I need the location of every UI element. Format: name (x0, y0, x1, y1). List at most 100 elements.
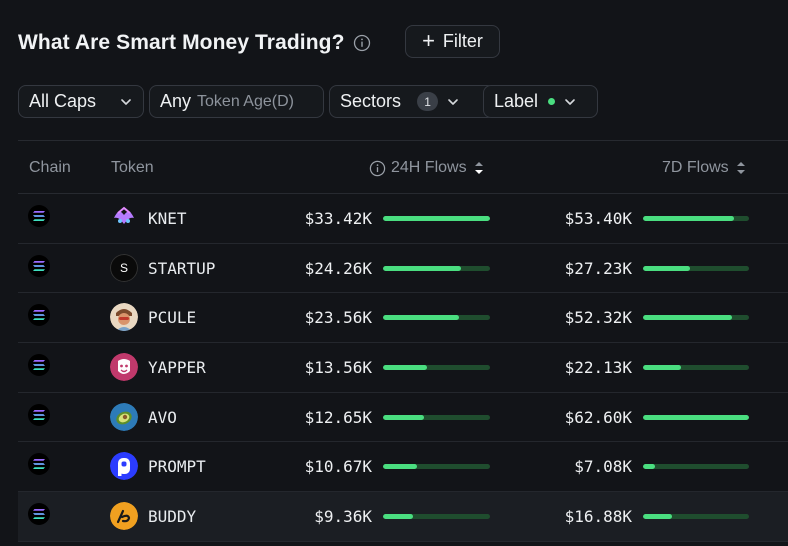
flow-24h-value: $10.67K (304, 457, 372, 477)
info-icon[interactable] (369, 160, 386, 177)
chain-column-header: Chain (29, 159, 71, 176)
flows-table: Chain Token 24H Flows 7D Flows KNET $33.4… (18, 140, 788, 542)
solana-icon (28, 254, 50, 277)
flow-7d-bar (643, 414, 749, 420)
flow-24h-bar-fill (383, 265, 462, 271)
sectors-label: Sectors (340, 91, 402, 111)
token-age-value: Any (160, 91, 192, 111)
flow-24h-bar (383, 464, 490, 470)
flow-24h-bar-fill (383, 315, 459, 321)
flows-24h-column-header[interactable]: 24H Flows (369, 141, 485, 195)
flow-24h-value: $33.42K (304, 209, 372, 228)
flows-24h-label: 24H Flows (391, 159, 467, 176)
token-age-dropdown[interactable]: Any Token Age(D) (149, 85, 324, 118)
flow-24h-bar (383, 414, 490, 420)
filter-button-label: Filter (442, 31, 483, 51)
table-row[interactable]: KNET $33.42K $53.40K (18, 194, 788, 244)
flow-24h-bar (383, 365, 490, 371)
flow-7d-bar (643, 365, 749, 371)
table-row[interactable]: PCULE $23.56K $52.32K (18, 293, 788, 344)
flow-24h-value: $13.56K (304, 358, 372, 378)
flow-7d-value: $22.13K (564, 358, 632, 378)
buddy-icon (110, 502, 138, 531)
label-dropdown[interactable]: Label (483, 85, 598, 118)
active-dot-icon (548, 98, 556, 105)
flow-7d-value: $16.88K (564, 507, 632, 527)
token-name[interactable]: YAPPER (148, 343, 206, 392)
flow-7d-value: $52.32K (564, 308, 632, 328)
table-header: Chain Token 24H Flows 7D Flows (18, 140, 788, 194)
solana-icon (28, 453, 50, 476)
solana-icon (28, 354, 50, 377)
flow-7d-value: $7.08K (574, 457, 632, 477)
flow-24h-bar-fill (383, 464, 418, 470)
flow-7d-bar-fill (643, 514, 672, 520)
sort-icon[interactable] (735, 159, 747, 177)
caps-label: All Caps (29, 91, 97, 111)
token-name[interactable]: AVO (148, 393, 177, 442)
token-name[interactable]: PROMPT (148, 442, 206, 491)
prompt-icon (110, 452, 138, 481)
flow-24h-bar (383, 315, 490, 321)
flow-7d-bar (643, 216, 749, 221)
table-row[interactable]: YAPPER $13.56K $22.13K (18, 343, 788, 393)
chevron-down-icon (565, 98, 575, 105)
flow-7d-bar (643, 464, 749, 470)
knet-icon (110, 204, 138, 232)
add-filter-button[interactable]: + Filter (405, 25, 500, 58)
flow-24h-bar (383, 265, 490, 271)
token-column-header: Token (111, 159, 154, 176)
table-row[interactable]: AVO $12.65K $62.60K (18, 393, 788, 443)
plus-icon: + (422, 27, 435, 53)
flow-24h-bar (383, 514, 490, 520)
flow-7d-bar (643, 265, 749, 271)
flow-24h-bar (383, 216, 490, 221)
flow-24h-bar-fill (383, 414, 424, 420)
sectors-dropdown[interactable]: Sectors 1 (329, 85, 495, 118)
caps-dropdown[interactable]: All Caps (18, 85, 144, 118)
table-body: KNET $33.42K $53.40K S STARTUP $24.26K $27.23K… (18, 194, 788, 542)
page-title: What Are Smart Money Trading? (18, 31, 345, 54)
token-name[interactable]: STARTUP (148, 244, 215, 293)
solana-icon (28, 304, 50, 327)
flow-24h-bar-fill (383, 216, 490, 221)
flow-7d-value: $53.40K (564, 209, 632, 228)
table-row[interactable]: BUDDY $9.36K $16.88K (18, 492, 788, 542)
flow-7d-bar-fill (643, 216, 735, 221)
flow-7d-bar-fill (643, 365, 682, 371)
flow-24h-value: $23.56K (304, 308, 372, 328)
flow-24h-bar-fill (383, 365, 427, 371)
pcule-icon (110, 303, 138, 332)
flow-7d-bar-fill (643, 265, 690, 271)
chevron-down-icon (121, 98, 131, 105)
token-name[interactable]: BUDDY (148, 492, 196, 541)
startup-icon: S (110, 253, 138, 282)
token-name[interactable]: PCULE (148, 293, 196, 342)
token-age-label: Token Age(D) (197, 92, 294, 110)
flow-24h-bar-fill (383, 514, 413, 520)
flow-7d-bar (643, 315, 749, 321)
table-row[interactable]: S STARTUP $24.26K $27.23K (18, 244, 788, 294)
flow-7d-bar (643, 514, 749, 520)
flow-7d-bar-fill (643, 414, 749, 420)
flows-7d-label: 7D Flows (662, 159, 729, 176)
chevron-down-icon (448, 98, 458, 105)
solana-icon (28, 503, 50, 526)
flow-7d-bar-fill (643, 315, 733, 321)
label-dropdown-label: Label (494, 91, 539, 111)
solana-icon (28, 205, 50, 227)
yapper-icon (110, 353, 138, 382)
table-row[interactable]: PROMPT $10.67K $7.08K (18, 442, 788, 493)
info-icon[interactable] (353, 34, 371, 52)
solana-icon (28, 403, 50, 426)
panel-header: What Are Smart Money Trading? (18, 26, 371, 60)
avo-icon (110, 402, 138, 431)
sort-desc-icon[interactable] (473, 159, 485, 177)
flow-7d-value: $27.23K (564, 258, 632, 278)
flows-7d-column-header[interactable]: 7D Flows (662, 141, 747, 195)
sectors-count-badge: 1 (417, 92, 439, 111)
flow-24h-value: $9.36K (314, 507, 372, 527)
token-name[interactable]: KNET (148, 194, 187, 243)
flow-24h-value: $24.26K (304, 258, 372, 278)
flow-7d-bar-fill (643, 464, 655, 470)
